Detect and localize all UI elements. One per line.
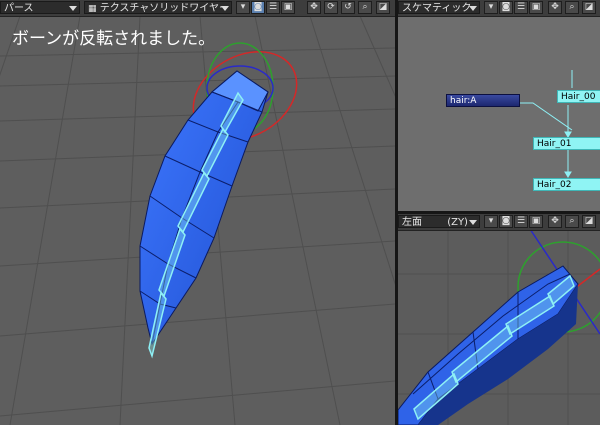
left-view-label: 左面: [402, 217, 422, 228]
node-label: Hair_01: [537, 139, 572, 149]
chevron-down-icon: [69, 6, 77, 11]
maximize-icon[interactable]: ◪: [582, 215, 596, 228]
perspective-toolbar: パース ▦ テクスチャソリッドワイヤー ▾ ◙ ☰ ▣ ✥ ⟳ ↺ ⌕ ◪: [0, 0, 395, 17]
left-view-viewport[interactable]: 左面 (ZY) ▾ ◙ ☰ ▣ ✥ ⌕ ◪: [398, 214, 600, 425]
toggle-icon[interactable]: ▾: [236, 1, 250, 14]
perspective-scene[interactable]: [0, 16, 395, 425]
perspective-viewport[interactable]: パース ▦ テクスチャソリッドワイヤー ▾ ◙ ☰ ▣ ✥ ⟳ ↺ ⌕ ◪ ボー…: [0, 0, 395, 425]
node-label: Hair_00: [561, 92, 596, 102]
camera-icon[interactable]: ◙: [251, 1, 265, 14]
move-icon[interactable]: ✥: [307, 1, 321, 14]
zoom-icon[interactable]: ⌕: [358, 1, 372, 14]
reset-icon[interactable]: ↺: [341, 1, 355, 14]
status-caption: ボーンが反転されました。: [12, 29, 216, 49]
hair-mesh[interactable]: [139, 70, 269, 359]
render-mode-label: テクスチャソリッドワイヤー: [99, 3, 230, 14]
left-view-scene[interactable]: [398, 214, 600, 425]
left-view-toolbar: 左面 (ZY) ▾ ◙ ☰ ▣ ✥ ⌕ ◪: [398, 214, 600, 231]
node-label: Hair_02: [537, 180, 572, 190]
schematic-view[interactable]: スケマティック ▾ ◙ ☰ ▣ ✥ ⌕ ◪ hair:A Hair_00 Hai…: [398, 0, 600, 211]
schematic-node-hair-01[interactable]: Hair_01: [533, 137, 600, 150]
camera-icon[interactable]: ◙: [499, 215, 513, 228]
zoom-icon[interactable]: ⌕: [565, 215, 579, 228]
view-dropdown[interactable]: パース: [0, 1, 80, 14]
grid-icon: ▦: [88, 4, 97, 14]
save-icon[interactable]: ▣: [529, 215, 543, 228]
node-label: hair:A: [450, 96, 477, 106]
view-dropdown-label: パース: [4, 3, 34, 14]
list-icon[interactable]: ☰: [266, 1, 280, 14]
list-icon[interactable]: ☰: [514, 215, 528, 228]
hair-mesh[interactable]: [398, 265, 579, 425]
maximize-icon[interactable]: ◪: [376, 1, 390, 14]
save-icon[interactable]: ▣: [281, 1, 295, 14]
schematic-node-hair-a[interactable]: hair:A: [446, 94, 520, 107]
render-mode-dropdown[interactable]: ▦ テクスチャソリッドワイヤー: [84, 1, 232, 14]
schematic-node-hair-02[interactable]: Hair_02: [533, 178, 600, 191]
chevron-down-icon: [469, 220, 477, 225]
chevron-down-icon: [221, 6, 229, 11]
schematic-node-hair-00[interactable]: Hair_00: [557, 90, 600, 103]
move-icon[interactable]: ✥: [548, 215, 562, 228]
bone-chain[interactable]: [413, 274, 575, 421]
toggle-icon[interactable]: ▾: [484, 215, 498, 228]
axis-label: (ZY): [447, 217, 468, 228]
rotate-icon[interactable]: ⟳: [324, 1, 338, 14]
left-view-dropdown[interactable]: 左面 (ZY): [398, 215, 480, 228]
